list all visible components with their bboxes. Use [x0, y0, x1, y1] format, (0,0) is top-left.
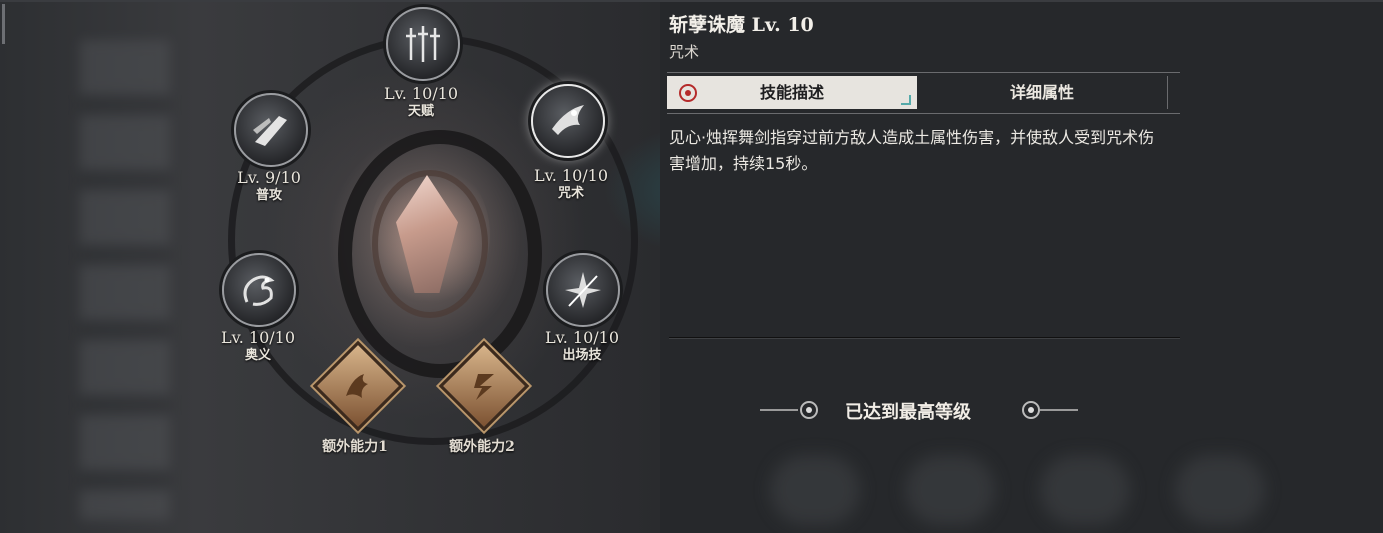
- skill-title: 斩孽诛魔 Lv. 10: [669, 14, 814, 36]
- blurred-sidebar: [80, 40, 170, 520]
- tab-detailed-attributes-label: 详细属性: [1009, 83, 1074, 102]
- ultimate-level: Lv. 10/10: [220, 328, 296, 347]
- tab-skill-description[interactable]: 技能描述: [667, 76, 917, 109]
- skill-node-talent-label: Lv. 10/10 天赋: [366, 84, 476, 120]
- max-level-banner: 已达到最高等级: [760, 393, 1080, 427]
- corner-icon: [901, 95, 911, 105]
- detail-tabs: 技能描述 详细属性: [667, 72, 1180, 114]
- dragon-icon: [243, 275, 275, 306]
- skill-node-basic-attack-label: Lv. 9/10 普攻: [214, 168, 324, 204]
- skill-node-ultimate-label: Lv. 10/10 奥义: [203, 328, 313, 364]
- spell-level: Lv. 10/10: [533, 166, 609, 185]
- extra-ability-1-label: 额外能力1: [322, 439, 388, 455]
- talent-level: Lv. 10/10: [383, 84, 459, 103]
- edge-marker: [2, 4, 5, 44]
- skill-category: 咒术: [669, 43, 700, 61]
- spell-figure-icon: [552, 105, 584, 135]
- lightning-rune-icon: [474, 374, 494, 400]
- spell-name: 咒术: [557, 186, 584, 201]
- tab-skill-description-label: 技能描述: [759, 83, 824, 102]
- pin-icon: [679, 84, 697, 102]
- intro-name: 出场技: [562, 348, 602, 363]
- skill-node-spell[interactable]: [531, 84, 605, 158]
- deco-line-right: [1040, 409, 1078, 411]
- top-border: [0, 0, 1383, 2]
- blade-strike-icon: [253, 116, 287, 146]
- basic-attack-name: 普攻: [255, 188, 282, 203]
- basic-attack-level: Lv. 9/10: [237, 168, 301, 187]
- extra-ability-2-label: 额外能力2: [449, 439, 515, 455]
- phoenix-icon: [346, 374, 368, 398]
- skill-description: 见心·烛挥舞剑指穿过前方敌人造成土属性伤害，并使敌人受到咒术伤害增加，持续15秒…: [669, 128, 1155, 173]
- deco-dot-left-icon: [800, 401, 818, 419]
- skill-node-basic-attack[interactable]: [234, 93, 308, 167]
- deco-dot-right-icon: [1022, 401, 1040, 419]
- skill-node-intro[interactable]: [546, 253, 620, 327]
- max-level-text: 已达到最高等级: [845, 402, 971, 423]
- deco-line-left: [760, 409, 798, 411]
- tab-detailed-attributes[interactable]: 详细属性: [917, 76, 1168, 109]
- intro-level: Lv. 10/10: [544, 328, 620, 347]
- skill-node-spell-label: Lv. 10/10 咒术: [516, 166, 626, 202]
- skill-node-ultimate[interactable]: [222, 253, 296, 327]
- swords-icon: [406, 26, 440, 62]
- divider: [669, 337, 1180, 338]
- skill-node-talent[interactable]: [386, 7, 460, 81]
- skill-node-intro-label: Lv. 10/10 出场技: [527, 328, 637, 364]
- shatter-icon: [565, 272, 601, 308]
- ultimate-name: 奥义: [244, 348, 271, 363]
- talent-name: 天赋: [407, 104, 434, 119]
